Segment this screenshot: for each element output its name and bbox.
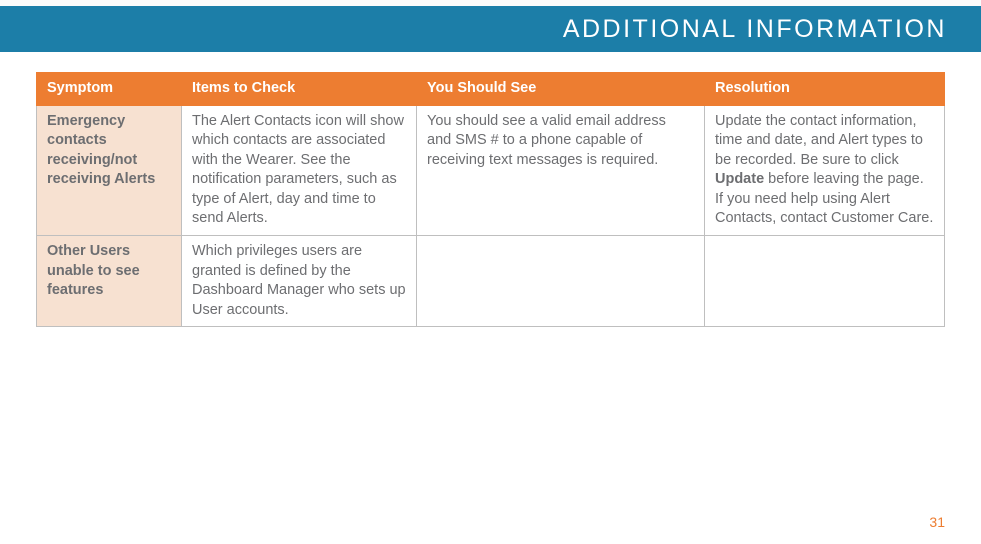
cell-see: You should see a valid email address and… (417, 105, 705, 235)
col-header-symptom: Symptom (37, 73, 182, 106)
cell-resolution: Update the contact information, time and… (705, 105, 945, 235)
resolution-text-bold: Update (715, 171, 764, 187)
col-header-see: You Should See (417, 73, 705, 106)
table-row: Emergency contacts receiving/not receivi… (37, 105, 945, 235)
page-title: ADDITIONAL INFORMATION (563, 15, 947, 44)
col-header-items: Items to Check (182, 73, 417, 106)
cell-symptom: Emergency contacts receiving/not receivi… (37, 105, 182, 235)
troubleshooting-table: Symptom Items to Check You Should See Re… (36, 72, 945, 327)
table-header-row: Symptom Items to Check You Should See Re… (37, 73, 945, 106)
header-bar: ADDITIONAL INFORMATION (0, 0, 981, 52)
col-header-resolution: Resolution (705, 73, 945, 106)
cell-symptom: Other Users unable to see features (37, 235, 182, 326)
cell-items: Which privileges users are granted is de… (182, 235, 417, 326)
resolution-text-pre: Update the contact information, time and… (715, 113, 923, 168)
troubleshooting-table-wrap: Symptom Items to Check You Should See Re… (0, 52, 981, 327)
page-number: 31 (929, 514, 945, 530)
cell-see (417, 235, 705, 326)
cell-resolution (705, 235, 945, 326)
cell-items: The Alert Contacts icon will show which … (182, 105, 417, 235)
table-row: Other Users unable to see features Which… (37, 235, 945, 326)
